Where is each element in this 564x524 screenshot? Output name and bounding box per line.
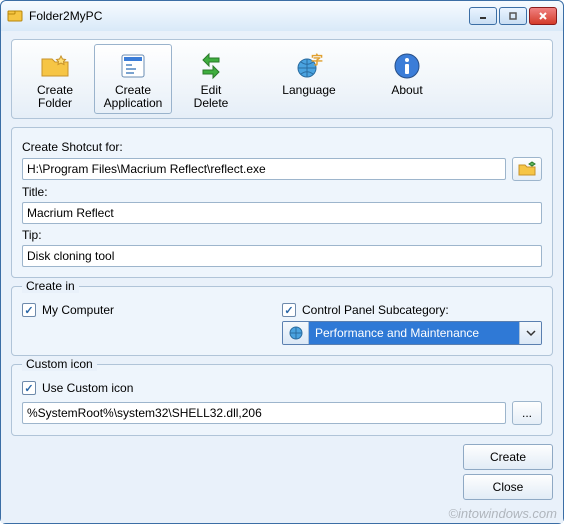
create-in-group: Create in ✓ My Computer ✓ Control Panel … [11,286,553,356]
title-label: Title: [22,185,542,199]
my-computer-label: My Computer [42,303,114,317]
create-button[interactable]: Create [463,444,553,470]
control-panel-checkbox[interactable]: ✓ [282,303,296,317]
control-panel-label: Control Panel Subcategory: [302,303,449,317]
my-computer-checkbox[interactable]: ✓ [22,303,36,317]
tip-label: Tip: [22,228,542,242]
maximize-button[interactable] [499,7,527,25]
use-custom-icon-label: Use Custom icon [42,381,133,395]
create-in-legend: Create in [22,279,79,293]
edit-delete-button[interactable]: Edit Delete [172,44,250,114]
window-controls [469,7,557,25]
toolbar: Create Folder Create Application Edit De… [11,39,553,119]
content-area: Create Folder Create Application Edit De… [1,31,563,523]
language-button[interactable]: 字 Language [270,44,348,114]
close-dialog-button[interactable]: Close [463,474,553,500]
shortcut-group: Create Shotcut for: Title: Tip: [11,127,553,278]
title-input[interactable] [22,202,542,224]
language-icon: 字 [293,50,325,82]
custom-icon-legend: Custom icon [22,357,97,371]
create-application-button[interactable]: Create Application [94,44,172,114]
info-icon [391,50,423,82]
folder-star-icon [39,50,71,82]
titlebar: Folder2MyPC [1,1,563,31]
window-title: Folder2MyPC [29,9,469,23]
folder-open-icon [518,161,536,177]
browse-icon-button[interactable]: ... [512,401,542,425]
close-button[interactable] [529,7,557,25]
subcategory-selected: Performance and Maintenance [309,322,519,344]
tip-input[interactable] [22,245,542,267]
toolbar-label: Folder [38,97,72,110]
custom-icon-path-input[interactable] [22,402,506,424]
toolbar-label: Delete [194,97,229,110]
app-icon [7,8,23,24]
about-button[interactable]: About [368,44,446,114]
create-folder-button[interactable]: Create Folder [16,44,94,114]
browse-button[interactable] [512,157,542,181]
subcategory-dropdown[interactable]: Performance and Maintenance [282,321,542,345]
shortcut-path-input[interactable] [22,158,506,180]
ellipsis-label: ... [522,406,532,420]
custom-icon-group: Custom icon ✓ Use Custom icon ... [11,364,553,436]
app-window: Folder2MyPC Create Folder Create Applica… [0,0,564,524]
swap-arrows-icon [195,50,227,82]
globe-icon [283,322,309,344]
minimize-button[interactable] [469,7,497,25]
application-icon [117,50,149,82]
svg-text:字: 字 [311,52,323,67]
shortcut-for-label: Create Shotcut for: [22,140,542,154]
use-custom-icon-checkbox[interactable]: ✓ [22,381,36,395]
chevron-down-icon [519,322,541,344]
toolbar-label: Application [104,97,163,110]
